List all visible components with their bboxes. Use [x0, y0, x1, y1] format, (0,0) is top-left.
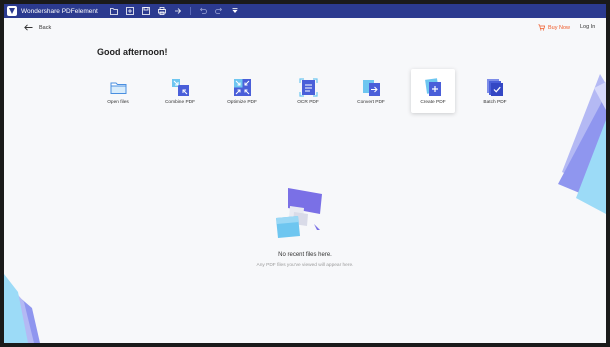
combine-pdf-tool[interactable]: Combine PDF [158, 69, 202, 113]
tool-label: OCR PDF [297, 100, 319, 105]
convert-pdf-tool[interactable]: Convert PDF [349, 69, 393, 113]
app-window: Wondershare PDFelement Back Buy Now Log … [4, 4, 606, 343]
open-folder-icon [110, 82, 126, 94]
tool-label: Optimize PDF [227, 100, 257, 105]
decorative-shapes-right [558, 74, 606, 214]
tool-label: Open files [107, 100, 129, 105]
tool-label: Convert PDF [357, 100, 385, 105]
open-files-tool[interactable]: Open files [96, 69, 140, 113]
convert-pdf-icon [362, 80, 380, 96]
recent-files-empty-state: No recent files here. Any PDF files you'… [4, 184, 606, 274]
tool-label: Batch PDF [483, 100, 507, 105]
ocr-pdf-icon [298, 78, 318, 97]
tool-label: Combine PDF [164, 100, 196, 105]
batch-pdf-tool[interactable]: Batch PDF [473, 69, 517, 113]
empty-files-illustration [276, 188, 322, 238]
optimize-pdf-tool[interactable]: Optimize PDF [220, 69, 264, 113]
optimize-pdf-icon [233, 79, 251, 96]
tool-label: Create PDF [420, 100, 446, 105]
create-pdf-icon [424, 78, 441, 96]
decorative-shapes-left [4, 274, 40, 343]
empty-state-title: No recent files here. [278, 252, 332, 258]
empty-state-subtitle: Any PDF files you've viewed will appear … [256, 263, 354, 268]
batch-pdf-icon [486, 79, 503, 96]
ocr-pdf-tool[interactable]: OCR PDF [286, 69, 330, 113]
create-pdf-tool[interactable]: Create PDF [411, 69, 455, 113]
tool-shortcuts: Open files Combine PDF Optimize PDF OCR … [4, 4, 606, 124]
combine-pdf-icon [171, 79, 189, 96]
